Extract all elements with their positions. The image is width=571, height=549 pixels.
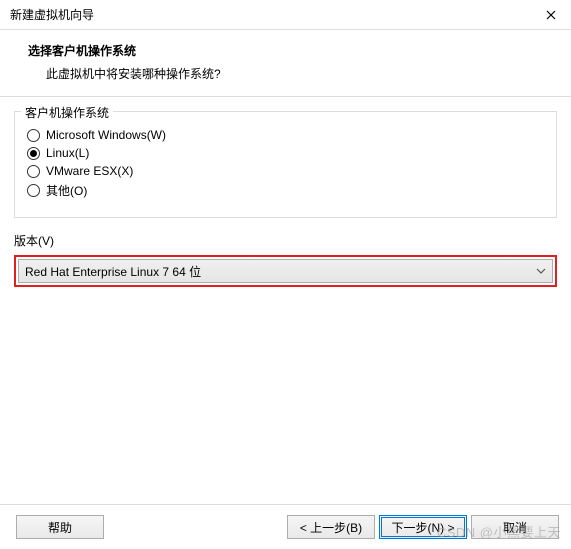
os-fieldset: 客户机操作系统 Microsoft Windows(W) Linux(L) VM…: [14, 111, 557, 218]
close-button[interactable]: [541, 5, 561, 25]
radio-windows[interactable]: Microsoft Windows(W): [27, 128, 544, 142]
version-highlight: Red Hat Enterprise Linux 7 64 位: [14, 255, 557, 287]
radio-label: Linux(L): [46, 146, 89, 160]
version-section: 版本(V) Red Hat Enterprise Linux 7 64 位: [14, 232, 557, 287]
version-label: 版本(V): [14, 232, 557, 249]
wizard-content: 客户机操作系统 Microsoft Windows(W) Linux(L) VM…: [0, 97, 571, 504]
radio-vmware-esx[interactable]: VMware ESX(X): [27, 164, 544, 178]
wizard-header: 选择客户机操作系统 此虚拟机中将安装哪种操作系统?: [0, 30, 571, 97]
os-legend: 客户机操作系统: [21, 104, 113, 121]
radio-other[interactable]: 其他(O): [27, 182, 544, 199]
cancel-button[interactable]: 取消: [471, 515, 559, 539]
radio-icon: [27, 165, 40, 178]
radio-label: 其他(O): [46, 182, 87, 199]
radio-icon: [27, 129, 40, 142]
version-select[interactable]: Red Hat Enterprise Linux 7 64 位: [18, 259, 553, 283]
wizard-footer: 帮助 < 上一步(B) 下一步(N) > 取消 CSDN @小黑要上天: [0, 504, 571, 549]
version-selected-text: Red Hat Enterprise Linux 7 64 位: [25, 263, 536, 280]
radio-linux[interactable]: Linux(L): [27, 146, 544, 160]
chevron-down-icon: [536, 266, 546, 276]
close-icon: [546, 10, 556, 20]
help-button[interactable]: 帮助: [16, 515, 104, 539]
next-button[interactable]: 下一步(N) >: [379, 515, 467, 539]
radio-icon: [27, 147, 40, 160]
radio-label: VMware ESX(X): [46, 164, 133, 178]
page-title: 选择客户机操作系统: [28, 42, 553, 59]
back-button[interactable]: < 上一步(B): [287, 515, 375, 539]
page-subtitle: 此虚拟机中将安装哪种操作系统?: [28, 65, 553, 82]
titlebar: 新建虚拟机向导: [0, 0, 571, 30]
radio-label: Microsoft Windows(W): [46, 128, 166, 142]
radio-icon: [27, 184, 40, 197]
window-title: 新建虚拟机向导: [10, 6, 541, 23]
